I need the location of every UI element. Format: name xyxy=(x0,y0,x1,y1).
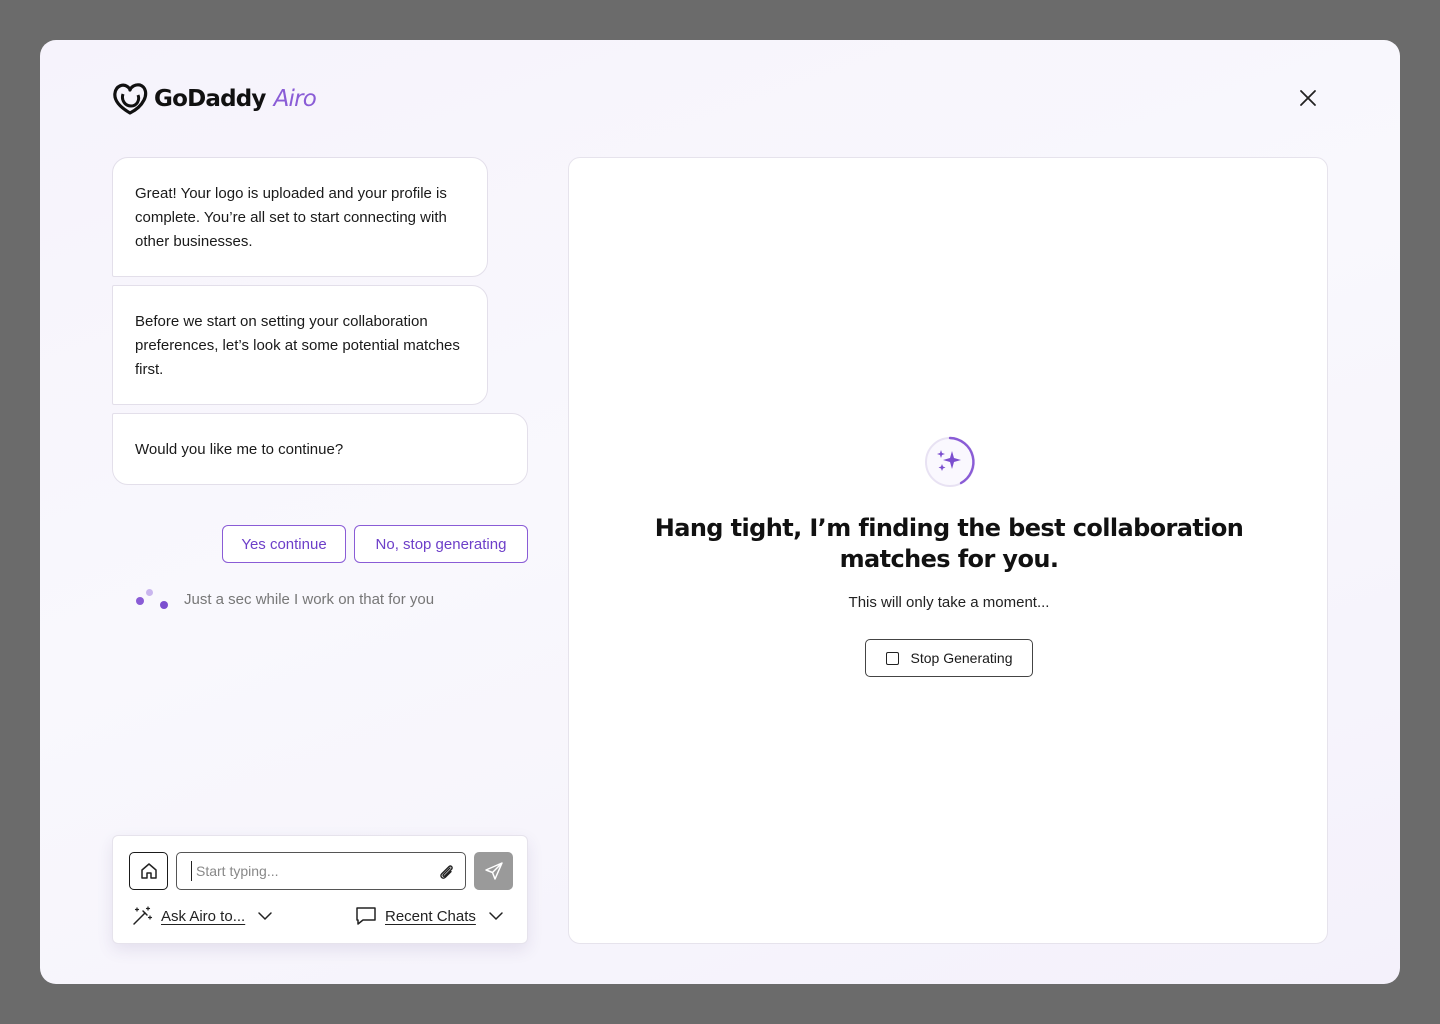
send-button[interactable] xyxy=(474,852,513,890)
sparkle-icon xyxy=(925,436,975,487)
yes-continue-button[interactable]: Yes continue xyxy=(222,525,346,563)
stop-icon xyxy=(885,651,899,665)
typing-dot xyxy=(146,589,153,596)
close-button[interactable] xyxy=(1294,84,1322,112)
stop-generating-choice-button[interactable]: No, stop generating xyxy=(354,525,528,563)
chat-bubble-icon xyxy=(356,907,376,925)
loading-headline: Hang tight, I’m finding the best collabo… xyxy=(654,514,1244,573)
ask-airo-dropdown[interactable]: Ask Airo to... xyxy=(131,905,273,927)
chevron-down-icon xyxy=(489,912,503,921)
magic-wand-icon xyxy=(133,906,153,925)
logo-wordmark: GoDaddy xyxy=(154,86,266,112)
close-icon xyxy=(1300,90,1316,106)
assistant-message: Great! Your logo is uploaded and your pr… xyxy=(112,157,488,277)
chevron-down-icon xyxy=(258,912,272,921)
composer-actions: Ask Airo to... Recent Chats xyxy=(129,905,513,929)
message-input[interactable] xyxy=(191,861,431,881)
status-text: Just a sec while I work on that for you xyxy=(184,591,435,608)
ask-airo-label: Ask Airo to... xyxy=(161,907,246,925)
recent-chats-label: Recent Chats xyxy=(385,907,476,925)
typing-indicator-icon xyxy=(134,588,174,612)
assistant-message: Would you like me to continue? xyxy=(112,413,528,485)
chat-composer: Ask Airo to... Recent Chats xyxy=(112,835,528,944)
stop-generating-button[interactable]: Stop Generating xyxy=(865,639,1033,677)
home-button[interactable] xyxy=(129,852,168,890)
paperclip-icon[interactable] xyxy=(436,862,456,882)
godaddy-heart-logo-icon xyxy=(113,83,148,115)
recent-chats-dropdown[interactable]: Recent Chats xyxy=(355,905,504,927)
results-panel: Hang tight, I’m finding the best collabo… xyxy=(568,157,1328,944)
airo-window: GoDaddy Airo Great! Your logo is uploade… xyxy=(40,40,1400,984)
loading-subline: This will only take a moment... xyxy=(848,594,1050,611)
godaddy-airo-logo: GoDaddy Airo xyxy=(112,82,317,116)
typing-dot xyxy=(160,601,168,609)
send-icon xyxy=(484,862,503,880)
assistant-message: Before we start on setting your collabor… xyxy=(112,285,488,405)
stop-generating-label: Stop Generating xyxy=(910,650,1013,666)
home-icon xyxy=(140,863,157,879)
typing-dot xyxy=(136,597,144,605)
message-input-wrapper xyxy=(176,852,466,890)
logo-product-name: Airo xyxy=(273,86,317,112)
